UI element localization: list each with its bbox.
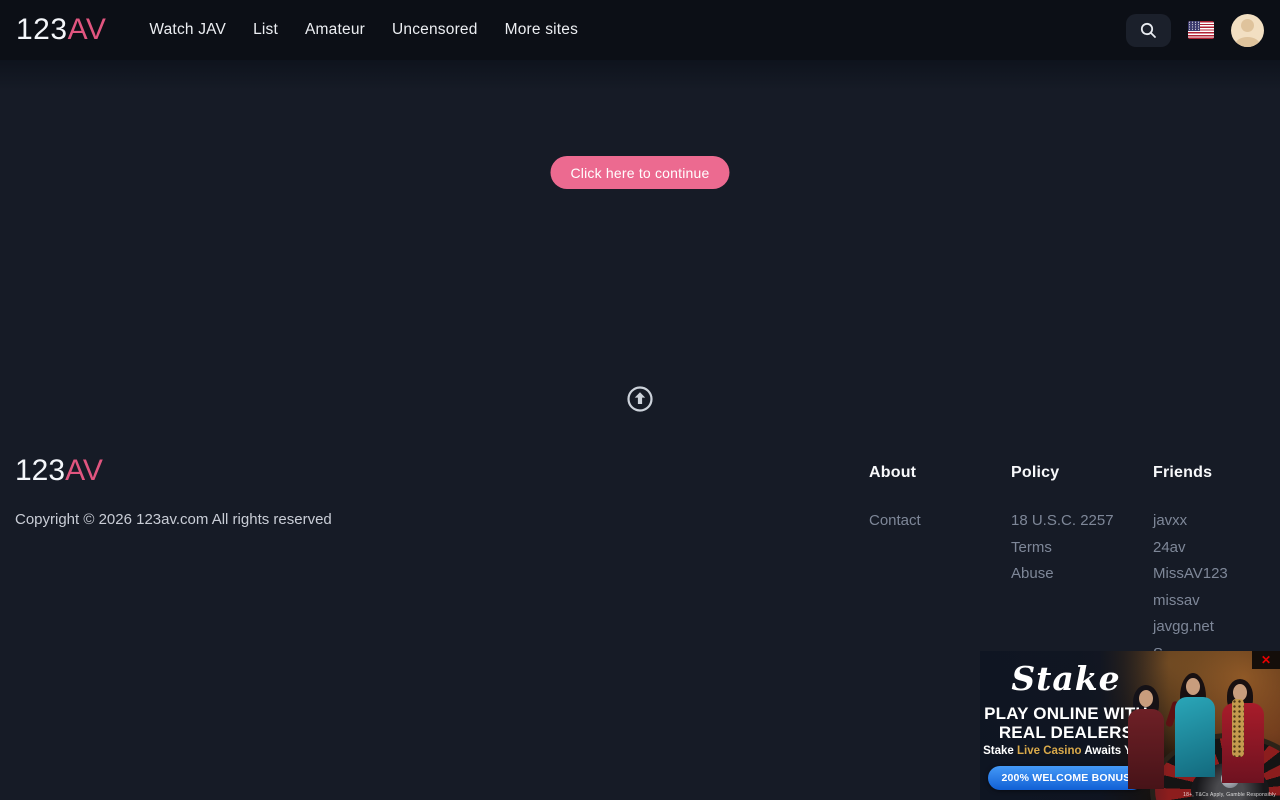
footer-link-abuse[interactable]: Abuse [1011,565,1054,582]
nav-list[interactable]: List [253,21,278,39]
footer-link-contact[interactable]: Contact [869,512,921,529]
footer-link-2257[interactable]: 18 U.S.C. 2257 [1011,512,1114,529]
user-avatar[interactable] [1231,14,1264,47]
page: 123AV Watch JAV List Amateur Uncensored … [0,0,1280,800]
footer-link-javxx[interactable]: javxx [1153,512,1187,529]
main-nav: Watch JAV List Amateur Uncensored More s… [149,21,578,39]
footer-logo-suffix: AV [65,454,103,487]
logo-prefix: 123 [16,13,68,46]
copyright-text: Copyright © 2026 123av.com All rights re… [15,511,332,528]
search-button[interactable] [1126,14,1171,47]
ad-close-button[interactable]: ✕ [1252,651,1280,669]
footer-logo-prefix: 123 [15,454,65,487]
nav-uncensored[interactable]: Uncensored [392,21,478,39]
footer-logo[interactable]: 123AV [15,456,103,486]
flag-canton [1188,21,1200,31]
continue-button[interactable]: Click here to continue [550,156,729,189]
arrow-up-circle-icon [626,385,654,413]
ad-text-block: Stake PLAY ONLINE WITH REAL DEALERS Stak… [980,651,1152,790]
footer-link-missav123[interactable]: MissAV123 [1153,565,1228,582]
footer-link-missav[interactable]: missav [1153,592,1200,609]
ad-headline-line2: REAL DEALERS [980,724,1152,743]
stake-logo: Stake [980,659,1152,699]
navbar-right [1126,14,1264,47]
scroll-top-button[interactable] [626,385,654,413]
ad-cta-button[interactable]: 200% WELCOME BONUS [988,766,1143,790]
site-logo[interactable]: 123AV [16,15,106,45]
footer-heading-friends: Friends [1153,464,1228,482]
ad-disclaimer: 18+, T&Cs Apply, Gamble Responsibly [1183,792,1276,798]
footer-heading-policy: Policy [1011,464,1114,482]
nav-amateur[interactable]: Amateur [305,21,365,39]
footer-column-friends: Friends javxx 24av MissAV123 missav javg… [1153,464,1228,673]
ad-subline-highlight: Live Casino [1017,745,1082,757]
footer-link-javgg[interactable]: javgg.net [1153,618,1214,635]
footer-link-24av[interactable]: 24av [1153,539,1186,556]
logo-suffix: AV [68,13,107,46]
footer-column-policy: Policy 18 U.S.C. 2257 Terms Abuse [1011,464,1114,593]
us-flag-icon[interactable] [1188,21,1214,39]
footer-column-about: About Contact [869,464,921,540]
footer-heading-about: About [869,464,921,482]
nav-watch-jav[interactable]: Watch JAV [149,21,226,39]
ad-subline: Stake Live Casino Awaits You! [980,745,1152,757]
search-icon [1139,21,1158,40]
top-navbar: 123AV Watch JAV List Amateur Uncensored … [0,0,1280,60]
close-icon: ✕ [1261,653,1271,667]
ad-headline-line1: PLAY ONLINE WITH [980,705,1152,724]
footer-link-terms[interactable]: Terms [1011,539,1052,556]
ad-banner[interactable]: Stake PLAY ONLINE WITH REAL DEALERS Stak… [980,651,1280,800]
nav-more-sites[interactable]: More sites [505,21,579,39]
